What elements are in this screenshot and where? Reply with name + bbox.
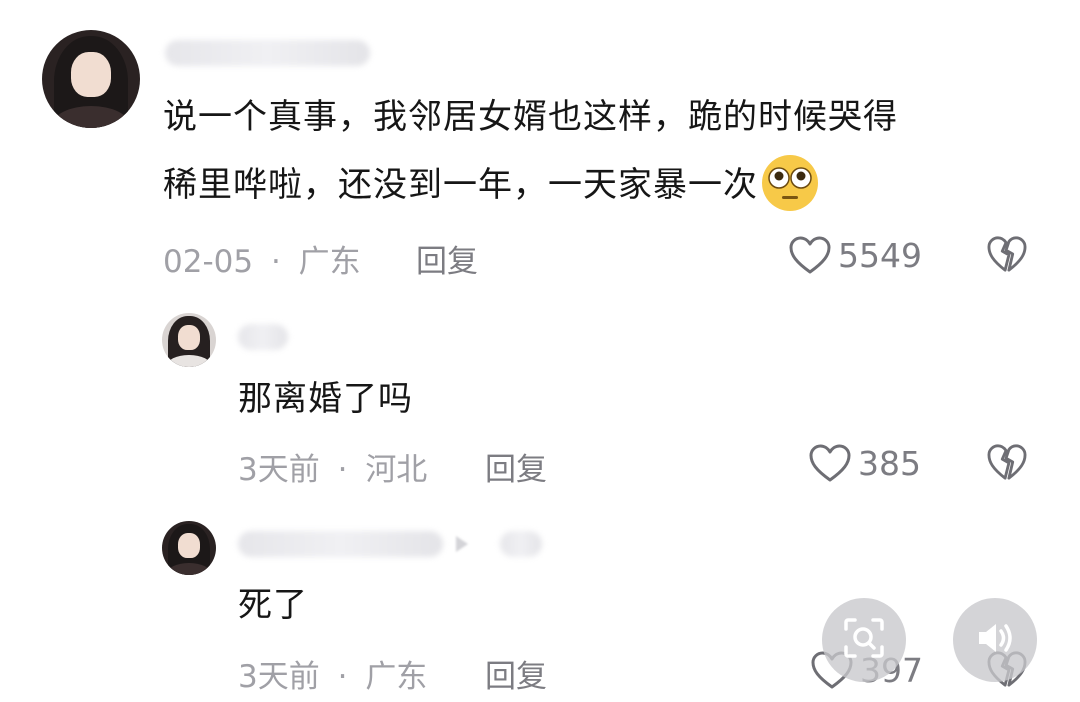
username-blurred[interactable]: [238, 324, 288, 350]
heart-icon: [808, 443, 852, 483]
comment-location: 广东: [365, 659, 428, 695]
meta-separator: ·: [337, 452, 348, 488]
comment-text: 死了: [238, 585, 308, 625]
image-search-button[interactable]: [822, 598, 906, 682]
comment-date: 02-05: [163, 244, 254, 280]
like-count: 385: [858, 443, 921, 483]
avatar[interactable]: [42, 30, 140, 128]
meta-separator: ·: [337, 659, 348, 695]
username-blurred[interactable]: [238, 531, 443, 557]
comment-date: 3天前: [238, 659, 320, 695]
like-button[interactable]: 385: [808, 441, 921, 485]
flushed-face-emoji-icon: [760, 153, 820, 213]
reply-arrow-icon: [456, 536, 468, 552]
comment-meta: 3天前 · 广东: [238, 651, 427, 696]
like-count: 5549: [838, 235, 922, 275]
volume-button[interactable]: [953, 598, 1037, 682]
comment-text-line: 稀里哗啦，还没到一年，一天家暴一次: [163, 154, 820, 217]
comment-thread: 说一个真事，我邻居女婿也这样，跪的时候哭得 稀里哗啦，还没到一年，一天家暴一次 …: [0, 0, 1080, 702]
avatar[interactable]: [162, 313, 216, 367]
comment-date: 3天前: [238, 452, 320, 488]
comment-text-line-2: 稀里哗啦，还没到一年，一天家暴一次: [163, 165, 758, 205]
comment-meta: 02-05 · 广东: [163, 236, 361, 281]
reply-target-blurred[interactable]: [500, 531, 542, 557]
like-button[interactable]: 5549: [788, 233, 922, 277]
meta-separator: ·: [270, 244, 281, 280]
volume-icon: [973, 616, 1017, 664]
comment-location: 广东: [298, 244, 361, 280]
comment-location: 河北: [365, 452, 428, 488]
reply-button[interactable]: 回复: [485, 444, 547, 489]
broken-heart-icon[interactable]: [986, 235, 1028, 273]
heart-icon: [788, 235, 832, 275]
reply-button[interactable]: 回复: [485, 651, 547, 696]
comment-text: 那离婚了吗: [238, 379, 413, 419]
image-search-icon: [842, 616, 886, 664]
broken-heart-icon[interactable]: [986, 443, 1028, 481]
comment-text-line: 说一个真事，我邻居女婿也这样，跪的时候哭得: [163, 97, 898, 137]
avatar[interactable]: [162, 521, 216, 575]
username-blurred[interactable]: [165, 40, 370, 66]
reply-button[interactable]: 回复: [416, 236, 478, 281]
comment-meta: 3天前 · 河北: [238, 444, 427, 489]
